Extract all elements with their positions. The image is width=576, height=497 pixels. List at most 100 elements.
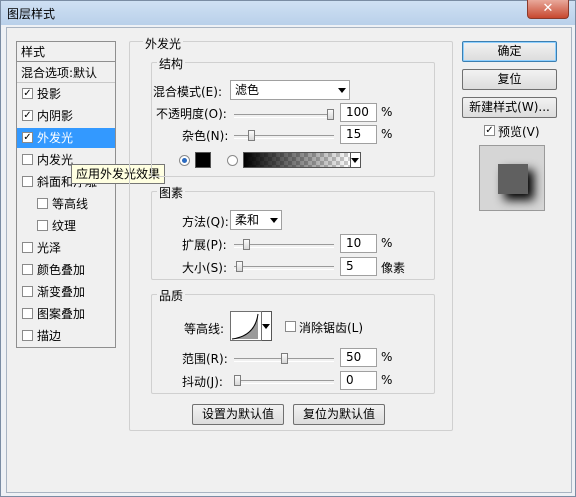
new-style-button[interactable]: 新建样式(W)... [462,97,557,118]
window-title: 图层样式 [7,7,56,21]
style-item-label: 内发光 [37,153,74,167]
outer-glow-title: 外发光 [143,35,184,52]
noise-slider-thumb[interactable] [247,130,255,141]
range-slider-thumb[interactable] [280,353,288,364]
noise-input[interactable]: 15 [340,125,377,144]
blend-mode-select[interactable]: 滤色 [230,80,350,100]
reset-default-button[interactable]: 复位为默认值 [293,404,385,425]
noise-unit: % [381,127,393,141]
style-item[interactable]: 颜色叠加 [17,260,115,280]
style-item-checkbox[interactable]: ✓ [22,132,33,143]
style-preview [479,145,545,211]
style-item-label: 纹理 [52,219,77,233]
spread-label: 扩展(P): [182,238,227,252]
style-item-label: 图案叠加 [37,307,86,321]
range-unit: % [381,350,393,364]
anti-alias-label: 消除锯齿(L) [299,321,364,335]
styles-header[interactable]: 样式 [17,42,115,62]
style-item-label: 投影 [37,87,62,101]
blend-mode-value: 滤色 [235,83,260,97]
opacity-label: 不透明度(O): [156,107,227,121]
contour-curve-icon [231,313,259,340]
preview-swatch [498,164,528,194]
style-item-checkbox[interactable]: ✓ [22,88,33,99]
style-item-label: 内阴影 [37,109,74,123]
style-item-label: 等高线 [52,197,89,211]
style-item-label: 外发光 [37,131,74,145]
size-input[interactable]: 5 [340,257,377,276]
noise-slider[interactable] [234,130,334,141]
style-item[interactable]: 纹理 [17,216,115,236]
size-unit: 像素 [381,261,406,275]
style-item-checkbox[interactable] [37,220,48,231]
spread-unit: % [381,236,393,250]
noise-label: 杂色(N): [182,129,229,143]
blend-mode-label: 混合模式(E): [153,85,222,99]
style-item-checkbox[interactable] [22,308,33,319]
jitter-input[interactable]: 0 [340,371,377,390]
range-slider[interactable] [234,353,334,364]
dialog-body: 样式 混合选项:默认 ✓ 投影 ✓ 内阴影 ✓ 外发光 内发光 斜面和浮雕 等高线 纹理 光泽 颜色叠… [6,27,572,493]
contour-label: 等高线: [184,322,225,336]
ok-button[interactable]: 确定 [462,41,557,62]
styles-list: 样式 混合选项:默认 ✓ 投影 ✓ 内阴影 ✓ 外发光 内发光 斜面和浮雕 等高线 纹理 光泽 颜色叠… [16,41,116,348]
glow-color-swatch[interactable] [195,152,211,168]
chevron-down-icon [338,88,346,93]
preview-label: 预览(V) [498,125,540,139]
style-item-checkbox[interactable] [22,330,33,341]
chevron-down-icon [351,158,359,163]
style-item-label: 渐变叠加 [37,285,86,299]
chevron-down-icon [262,324,270,329]
style-item[interactable]: 等高线 [17,194,115,214]
close-button[interactable]: ✕ [527,0,569,19]
style-item[interactable]: 渐变叠加 [17,282,115,302]
spread-input[interactable]: 10 [340,234,377,253]
jitter-slider[interactable] [234,375,334,386]
range-label: 范围(R): [182,352,228,366]
spread-slider[interactable] [234,239,334,250]
gradient-dropdown[interactable] [351,152,361,168]
style-item[interactable]: ✓ 内阴影 [17,106,115,126]
style-item-checkbox[interactable] [37,198,48,209]
style-item-checkbox[interactable] [22,264,33,275]
style-item-checkbox[interactable]: ✓ [22,110,33,121]
contour-dropdown[interactable] [262,311,272,341]
style-item[interactable]: 图案叠加 [17,304,115,324]
glow-gradient-swatch[interactable] [243,152,351,168]
make-default-button[interactable]: 设置为默认值 [192,404,284,425]
style-item[interactable]: 描边 [17,326,115,346]
gradient-radio[interactable] [227,155,238,166]
title-bar: 图层样式 ✕ [1,0,575,25]
style-item-checkbox[interactable] [22,242,33,253]
preview-checkbox[interactable]: ✓ [484,125,495,136]
style-item-label: 光泽 [37,241,62,255]
method-value: 柔和 [235,213,260,227]
reset-button[interactable]: 复位 [462,69,557,90]
jitter-label: 抖动(J): [182,375,223,389]
layer-style-dialog: 图层样式 ✕ 样式 混合选项:默认 ✓ 投影 ✓ 内阴影 ✓ 外发光 内发光 斜面和浮雕 等高线… [0,0,576,497]
opacity-input[interactable]: 100 [340,103,377,122]
style-item[interactable]: ✓ 投影 [17,84,115,104]
size-slider-thumb[interactable] [235,261,243,272]
style-item-checkbox[interactable] [22,176,33,187]
opacity-slider[interactable] [234,109,334,120]
style-item[interactable]: 光泽 [17,238,115,258]
size-slider[interactable] [234,261,334,272]
jitter-slider-thumb[interactable] [234,375,241,386]
solid-color-radio[interactable] [179,155,190,166]
contour-picker[interactable] [230,311,262,341]
method-select[interactable]: 柔和 [230,210,282,230]
range-input[interactable]: 50 [340,348,377,367]
quality-title: 品质 [157,287,186,304]
style-item[interactable]: ✓ 外发光 [17,128,115,148]
size-label: 大小(S): [182,261,228,275]
blend-options-item[interactable]: 混合选项:默认 [17,63,115,83]
spread-slider-thumb[interactable] [243,239,251,250]
style-item-checkbox[interactable] [22,154,33,165]
opacity-slider-thumb[interactable] [327,109,334,120]
anti-alias-checkbox[interactable] [285,321,296,332]
style-item-checkbox[interactable] [22,286,33,297]
chevron-down-icon [270,218,278,223]
structure-title: 结构 [157,55,186,72]
jitter-unit: % [381,373,393,387]
